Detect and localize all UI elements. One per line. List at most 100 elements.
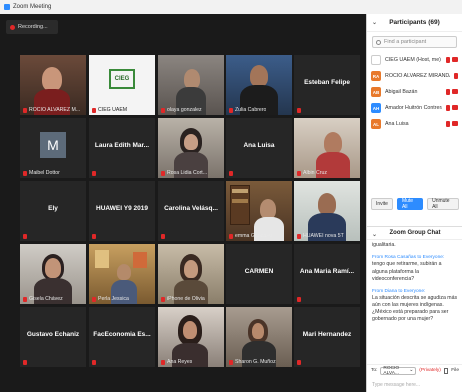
avatar: AH [371, 103, 381, 113]
window-title: Zoom Meeting [13, 4, 52, 10]
video-feed: CIEG [89, 55, 155, 115]
video-tile[interactable]: HUAWEI Y9 2019 [89, 181, 155, 241]
participant-name-center: Ana Maria Ramí... [299, 268, 355, 275]
avatar: M [40, 132, 66, 158]
video-tile[interactable]: Mari Hernandez [294, 307, 360, 367]
video-tile[interactable]: Ana Reyes [158, 307, 224, 367]
video-off-icon [452, 105, 458, 110]
participant-actions: Invite Mute All Unmute All [367, 198, 462, 210]
video-tile[interactable]: Rosa Lidia Cort... [158, 118, 224, 178]
mic-muted-icon [92, 234, 96, 239]
zoom-window: Zoom Meeting Recording... ROCIO ALVAREZ … [0, 0, 462, 392]
video-tile[interactable]: Gustavo Echaniz [20, 307, 86, 367]
file-icon[interactable] [443, 367, 449, 374]
mute-all-button[interactable]: Mute All [396, 198, 424, 210]
participant-name-center: Gustavo Echaniz [26, 331, 80, 338]
chat-header: ⌄ Zoom Group Chat [367, 226, 462, 240]
video-tile[interactable]: Perla Jessica [89, 244, 155, 304]
participant-item[interactable]: CIEG UAEM (Host, me) [367, 52, 462, 68]
collapse-icon[interactable]: ⌄ [372, 19, 377, 26]
participant-name [229, 171, 233, 176]
participant-name-center: Laura Edith Mar... [94, 142, 150, 149]
video-feed [20, 55, 86, 115]
participant-name: Gisela Chávez [23, 296, 63, 302]
privately-label: (Privately) [419, 368, 441, 373]
mic-muted-icon [446, 121, 450, 127]
participant-item[interactable]: RA ROCIO ALVAREZ MIRANDA [367, 68, 462, 84]
mic-muted-icon [161, 170, 165, 176]
mic-muted-icon [23, 170, 27, 176]
invite-button[interactable]: Invite [371, 198, 393, 210]
video-off-icon [452, 89, 458, 94]
participant-item[interactable]: AB Abigail Bazán [367, 84, 462, 100]
participant-name: olaya gonzalez [161, 107, 202, 113]
participant-name-center: HUAWEI Y9 2019 [96, 205, 148, 212]
mic-muted-icon [23, 360, 27, 365]
video-feed [158, 55, 224, 115]
video-tile[interactable]: Zulia Cabrero [226, 55, 292, 115]
mic-muted-icon [161, 359, 165, 365]
mic-muted-icon [297, 360, 301, 365]
video-tile[interactable]: Ely [20, 181, 86, 241]
participants-title: Participants (69) [389, 19, 440, 26]
chat-message: From Diana to Everyone: La situación des… [372, 288, 458, 323]
mic-muted-icon [446, 105, 450, 111]
mic-muted-icon [297, 233, 301, 239]
mic-muted-icon [229, 171, 233, 176]
video-tile[interactable]: Gisela Chávez [20, 244, 86, 304]
cieg-logo: CIEG [109, 69, 135, 89]
video-tile[interactable]: Carolina Velásq... [158, 181, 224, 241]
mic-muted-icon [23, 107, 27, 113]
video-feed [20, 244, 86, 304]
participant-name [297, 297, 301, 302]
video-tile[interactable]: Sharon G. Muñoz [226, 307, 292, 367]
video-tile[interactable]: iPhone de Olivia [158, 244, 224, 304]
chat-messages: igualitaria. From Rosa Casañas to Everyo… [367, 242, 462, 360]
video-off-icon [452, 57, 458, 62]
participant-name [161, 234, 165, 239]
video-tile[interactable]: olaya gonzalez [158, 55, 224, 115]
mic-muted-icon [23, 234, 27, 239]
recording-indicator[interactable]: Recording... [6, 20, 58, 34]
video-feed [294, 181, 360, 241]
participants-header: ⌄ Participants (69) [367, 14, 462, 32]
video-tile[interactable]: CIEG CIEG UAEM [89, 55, 155, 115]
mic-muted-icon [229, 233, 233, 239]
mic-muted-icon [297, 297, 301, 302]
mic-muted-icon [92, 360, 96, 365]
recording-icon [10, 24, 15, 30]
mic-muted-icon [454, 73, 458, 79]
video-tile[interactable]: M Maibel Dottor [20, 118, 86, 178]
participant-name [297, 360, 301, 365]
participant-item[interactable]: AH Amador Huitrón Contreras [367, 100, 462, 116]
video-tile[interactable]: ROCIO ALVAREZ M... [20, 55, 86, 115]
mic-muted-icon [161, 234, 165, 239]
video-tile[interactable]: Laura Edith Mar... [89, 118, 155, 178]
video-feed [226, 181, 292, 241]
collapse-icon[interactable]: ⌄ [372, 231, 377, 238]
participant-item[interactable]: AL Ana Luisa [367, 116, 462, 132]
participant-name: Rosa Lidia Cort... [161, 170, 207, 176]
video-tile-active-speaker[interactable]: HUAWEI nova 5T [294, 181, 360, 241]
mic-muted-icon [229, 359, 233, 365]
participant-name [23, 360, 27, 365]
avatar: AB [371, 87, 381, 97]
title-bar: Zoom Meeting [0, 0, 462, 14]
participant-name-center: Ely [48, 205, 58, 212]
recipient-select[interactable]: ROCIO ALVA... ⌄ [380, 366, 417, 376]
video-tile[interactable]: Albin Cruz [294, 118, 360, 178]
video-tile[interactable]: CARMEN [226, 244, 292, 304]
unmute-all-button[interactable]: Unmute All [427, 198, 459, 210]
participant-name: Ana Reyes [161, 359, 192, 365]
file-label[interactable]: File [451, 368, 459, 373]
participant-search[interactable]: Find a participant [372, 36, 457, 48]
participant-name [92, 234, 96, 239]
chat-input[interactable]: Type message here... [367, 378, 462, 392]
video-tile[interactable]: Ana Maria Ramí... [294, 244, 360, 304]
video-tile[interactable]: Esteban Felipe [294, 55, 360, 115]
video-tile[interactable]: emma Gonzalez [226, 181, 292, 241]
avatar: AL [371, 119, 381, 129]
participant-name: emma Gonzalez [229, 233, 273, 239]
video-tile[interactable]: FacEconomia Es... [89, 307, 155, 367]
video-tile[interactable]: Ana Luisa [226, 118, 292, 178]
